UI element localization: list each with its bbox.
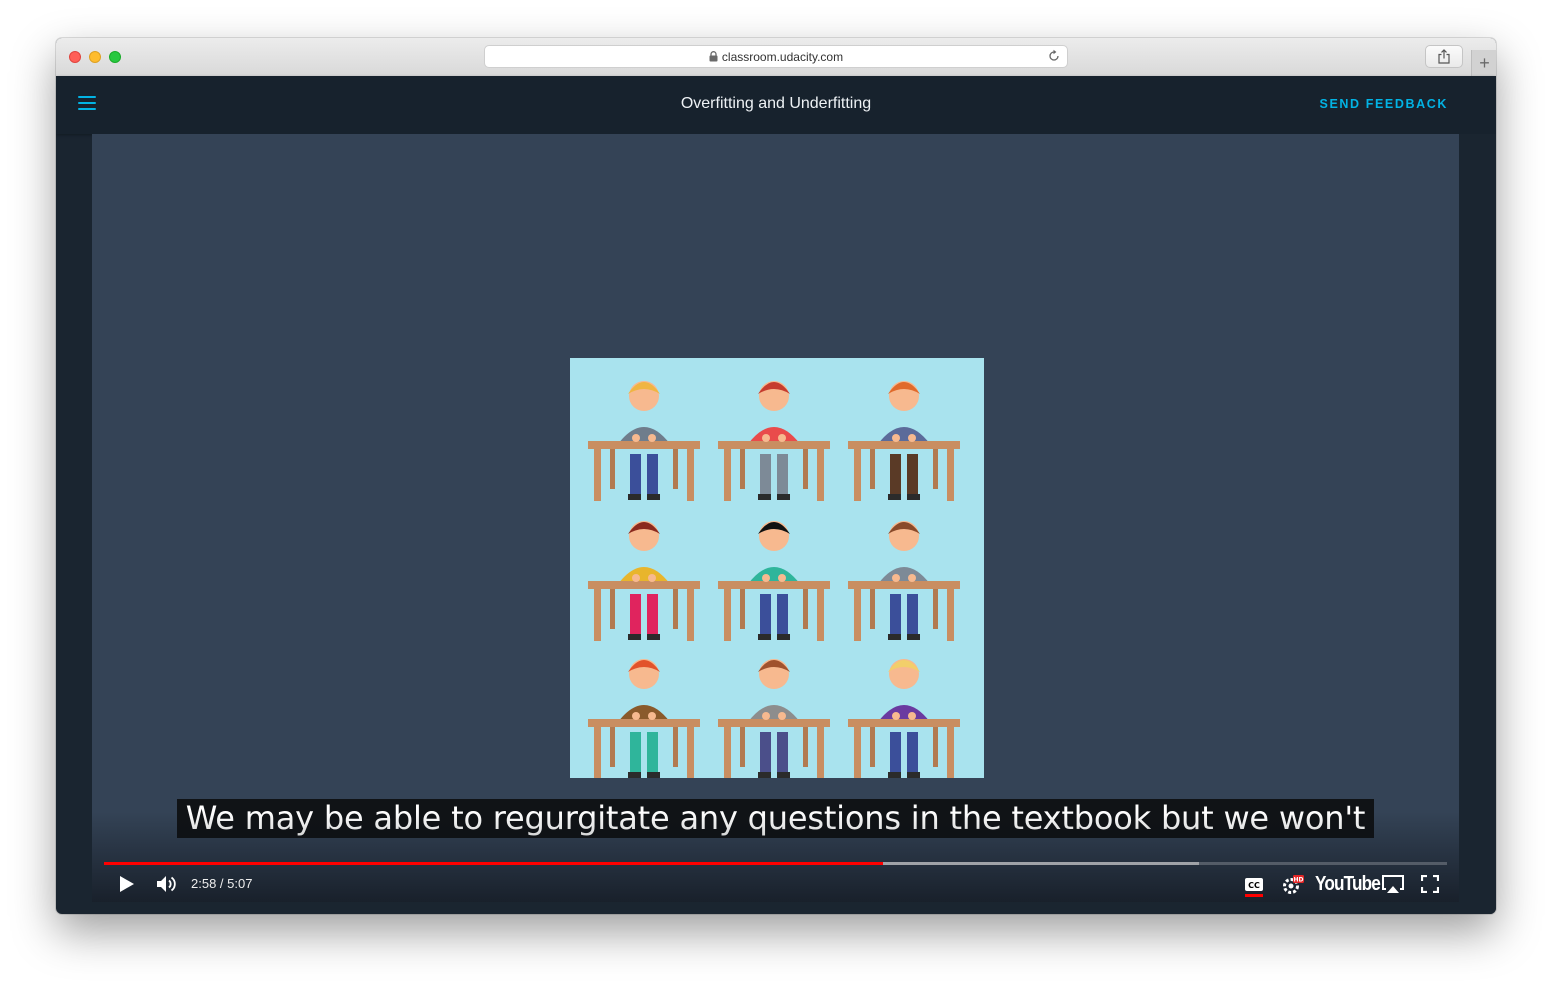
youtube-logo[interactable]: YouTube <box>1315 873 1381 896</box>
url-text: classroom.udacity.com <box>721 50 844 64</box>
svg-text:CC: CC <box>1248 881 1260 890</box>
captions-icon[interactable]: CC <box>1244 877 1264 897</box>
played-progress <box>104 862 883 865</box>
time-display: 2:58 / 5:07 <box>191 876 253 891</box>
airplay-icon[interactable] <box>1381 874 1405 894</box>
share-icon <box>1438 49 1450 64</box>
classroom-students-illustration <box>570 358 984 778</box>
volume-icon[interactable] <box>156 874 178 894</box>
send-feedback-link[interactable]: SEND FEEDBACK <box>1320 97 1448 111</box>
address-bar[interactable]: classroom.udacity.com <box>484 45 1068 68</box>
play-icon[interactable] <box>119 875 135 893</box>
fullscreen-icon[interactable] <box>1421 875 1439 893</box>
reload-icon[interactable] <box>1047 49 1061 63</box>
settings-hd-icon[interactable]: HD <box>1281 874 1305 896</box>
new-tab-button[interactable]: + <box>1471 50 1496 76</box>
page-title: Overfitting and Underfitting <box>680 95 872 112</box>
progress-bar[interactable] <box>104 862 1447 865</box>
lock-icon <box>709 51 718 62</box>
browser-toolbar: classroom.udacity.com + <box>56 38 1496 77</box>
share-button[interactable] <box>1425 45 1463 68</box>
zoom-window-button[interactable] <box>109 51 121 63</box>
svg-text:HD: HD <box>1293 877 1303 884</box>
classroom-header: Overfitting and Underfitting SEND FEEDBA… <box>56 76 1496 134</box>
minimize-window-button[interactable] <box>89 51 101 63</box>
browser-window: classroom.udacity.com + Overfitting and … <box>56 38 1496 914</box>
video-player[interactable]: We may be able to regurgitate any questi… <box>92 134 1459 902</box>
close-window-button[interactable] <box>69 51 81 63</box>
